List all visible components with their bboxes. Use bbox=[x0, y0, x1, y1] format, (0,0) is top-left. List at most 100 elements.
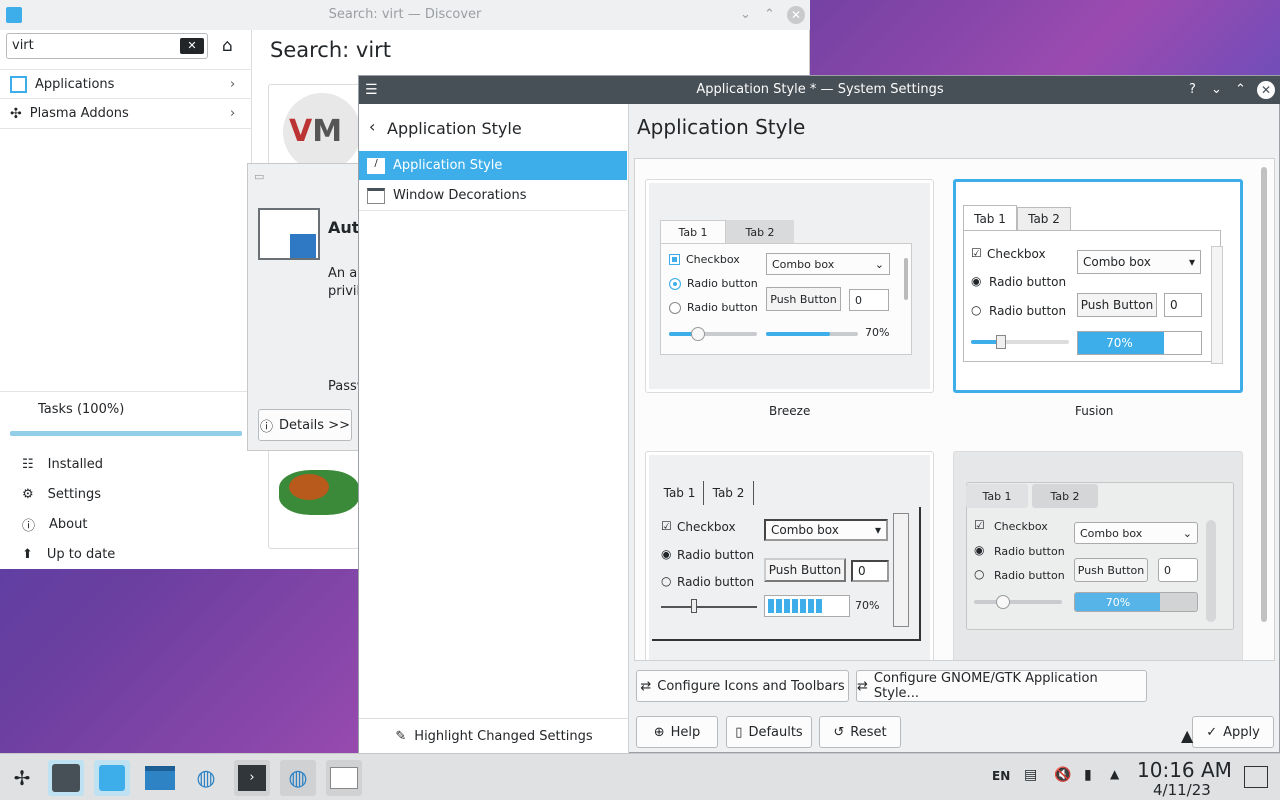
radio-button[interactable]: ◉ bbox=[971, 274, 981, 288]
checkbox[interactable]: ☑ bbox=[974, 518, 985, 532]
configure-gtk-button[interactable]: ⇄ Configure GNOME/GTK Application Style..… bbox=[856, 670, 1147, 702]
checkbox[interactable]: ☑ bbox=[661, 519, 672, 533]
home-icon[interactable]: ⌂ bbox=[222, 36, 233, 56]
help-button[interactable]: ⊕ Help bbox=[636, 716, 718, 748]
file-manager-icon[interactable] bbox=[142, 760, 178, 796]
show-desktop-icon[interactable] bbox=[1244, 766, 1268, 788]
slider-handle[interactable] bbox=[996, 335, 1006, 349]
slider[interactable] bbox=[661, 606, 757, 608]
tab-1[interactable]: Tab 1 bbox=[966, 484, 1028, 508]
spin-box[interactable]: 0 bbox=[1158, 558, 1198, 582]
radio-button[interactable]: ○ bbox=[661, 574, 671, 588]
nav-item-settings[interactable]: ⚙ Settings bbox=[0, 479, 252, 509]
radio-button[interactable]: ◉ bbox=[661, 547, 671, 561]
reset-button[interactable]: ↺ Reset bbox=[819, 716, 901, 748]
tab-2[interactable]: Tab 2 bbox=[1017, 207, 1071, 231]
battery-icon[interactable]: ▮ bbox=[1084, 767, 1092, 783]
tasks-label[interactable]: Tasks (100%) bbox=[38, 402, 124, 417]
help-icon[interactable]: ? bbox=[1189, 76, 1196, 104]
spin-box[interactable]: 0 bbox=[851, 560, 889, 582]
combo-box[interactable]: Combo box ⌄ bbox=[766, 253, 890, 275]
push-button[interactable]: Push Button bbox=[1074, 558, 1148, 582]
nav-item-installed[interactable]: ☷ Installed bbox=[0, 449, 252, 479]
nav-item-plasma-addons[interactable]: ✣ Plasma Addons › bbox=[0, 99, 252, 129]
radio-button[interactable]: ○ bbox=[971, 303, 981, 317]
close-icon[interactable]: ✕ bbox=[1257, 81, 1275, 99]
push-button[interactable]: Push Button bbox=[1077, 293, 1157, 317]
combo-box[interactable]: Combo box ▾ bbox=[764, 519, 888, 541]
maximize-icon[interactable]: ⌃ bbox=[1235, 76, 1246, 104]
slider-handle[interactable] bbox=[691, 327, 705, 341]
minimize-icon[interactable]: ⌄ bbox=[1211, 76, 1222, 104]
checkbox[interactable]: ☑ bbox=[971, 246, 982, 260]
combo-box[interactable]: Combo box ⌄ bbox=[1074, 522, 1198, 544]
slider-handle[interactable] bbox=[691, 599, 697, 613]
spin-box[interactable]: 0 bbox=[849, 289, 889, 311]
highlight-changed-button[interactable]: ✎ Highlight Changed Settings bbox=[359, 718, 629, 754]
details-button[interactable]: ⓘ Details >> bbox=[258, 409, 352, 441]
preview-oxygen[interactable]: Tab 1 Tab 2 ☑ Checkbox ◉ Radio button ○ … bbox=[953, 451, 1243, 660]
minimize-icon[interactable]: ⌄ bbox=[740, 0, 751, 30]
clock-date[interactable]: 4/11/23 bbox=[1153, 781, 1211, 799]
clipboard-icon[interactable]: ▤ bbox=[1024, 767, 1037, 783]
defaults-button[interactable]: ▯ Defaults bbox=[726, 716, 812, 748]
push-button[interactable]: Push Button bbox=[766, 287, 841, 311]
preview-breeze[interactable]: Tab 1 Tab 2 Checkbox Radio button Radio … bbox=[645, 179, 934, 393]
grid-scrollbar[interactable] bbox=[1261, 167, 1267, 622]
radio-button[interactable] bbox=[669, 302, 681, 314]
tab-2[interactable]: Tab 2 bbox=[726, 220, 794, 244]
progress-segment bbox=[792, 599, 798, 613]
browser-icon[interactable]: ◍ bbox=[188, 760, 224, 796]
keyboard-layout[interactable]: EN bbox=[992, 769, 1010, 783]
maximize-icon[interactable]: ⌃ bbox=[764, 0, 775, 30]
slider[interactable] bbox=[971, 340, 1069, 344]
scrollbar[interactable] bbox=[1206, 520, 1216, 622]
app-launcher-icon[interactable]: ✢ bbox=[4, 760, 40, 796]
push-button[interactable]: Push Button bbox=[764, 558, 846, 582]
app-thumbnail-icon[interactable] bbox=[279, 470, 359, 515]
slider[interactable] bbox=[669, 332, 757, 336]
nav-label: Settings bbox=[47, 486, 101, 502]
scrollbar[interactable] bbox=[893, 513, 909, 627]
combo-box[interactable]: Combo box ▾ bbox=[1077, 250, 1201, 274]
volume-muted-icon[interactable]: 🔇 bbox=[1054, 767, 1071, 783]
checkbox-label: Checkbox bbox=[686, 253, 740, 266]
radio-button[interactable]: ○ bbox=[974, 567, 984, 581]
spin-box[interactable]: 0 bbox=[1164, 293, 1202, 317]
back-icon[interactable]: ‹ bbox=[369, 117, 375, 136]
checkbox[interactable] bbox=[669, 254, 680, 265]
clear-search-icon[interactable]: ✕ bbox=[180, 38, 204, 54]
task-discover-icon[interactable] bbox=[94, 760, 130, 796]
terminal-icon[interactable]: › bbox=[234, 760, 270, 796]
scrollbar[interactable] bbox=[904, 258, 908, 300]
tab-1[interactable]: Tab 1 bbox=[963, 205, 1017, 231]
configure-icons-button[interactable]: ⇄ Configure Icons and Toolbars bbox=[636, 670, 849, 702]
vm-logo-icon[interactable]: VM bbox=[283, 93, 361, 171]
clock-time[interactable]: 10:16 AM bbox=[1137, 758, 1232, 782]
back-label[interactable]: Application Style bbox=[387, 119, 522, 138]
search-input[interactable]: virt bbox=[6, 33, 208, 59]
tab-1[interactable]: Tab 1 bbox=[660, 220, 726, 244]
preview-fusion[interactable]: Tab 1 Tab 2 ☑ Checkbox ◉ Radio button ○ … bbox=[953, 179, 1243, 393]
page-title: Application Style bbox=[637, 115, 806, 139]
radio-button[interactable] bbox=[669, 278, 681, 290]
sidebar-item-application-style[interactable]: / Application Style bbox=[359, 151, 627, 180]
slider-handle[interactable] bbox=[996, 595, 1010, 609]
nav-item-applications[interactable]: Applications › bbox=[0, 69, 252, 99]
preview-windows[interactable]: Tab 1 Tab 2 ☑ Checkbox ◉ Radio button ○ … bbox=[645, 451, 934, 660]
tab-1[interactable]: Tab 1 bbox=[656, 481, 704, 505]
tab-2[interactable]: Tab 2 bbox=[1032, 484, 1098, 508]
sidebar-item-window-decorations[interactable]: Window Decorations bbox=[359, 181, 627, 211]
nav-item-up-to-date[interactable]: ⬆ Up to date bbox=[0, 539, 252, 569]
close-icon[interactable]: ✕ bbox=[787, 6, 805, 24]
radio-button[interactable]: ◉ bbox=[974, 543, 984, 557]
task-browser-icon[interactable]: ◍ bbox=[280, 760, 316, 796]
tab-2[interactable]: Tab 2 bbox=[704, 481, 754, 505]
nav-item-about[interactable]: ⓘ About bbox=[0, 509, 252, 539]
tray-expand-icon[interactable]: ▲ bbox=[1110, 767, 1119, 781]
apply-button[interactable]: ✓ Apply bbox=[1192, 716, 1274, 748]
task-system-settings-icon[interactable] bbox=[48, 760, 84, 796]
task-auth-icon[interactable] bbox=[326, 760, 362, 796]
scrollbar[interactable] bbox=[1211, 246, 1223, 364]
slider[interactable] bbox=[974, 600, 1062, 604]
